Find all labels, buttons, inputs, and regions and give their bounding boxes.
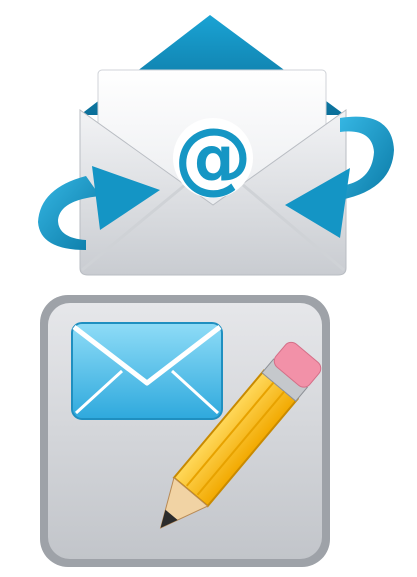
email-at-graphic: @ xyxy=(38,15,394,276)
envelope-icon xyxy=(71,322,223,420)
at-symbol-icon: @ xyxy=(173,113,253,203)
email-at-icon: @ xyxy=(0,0,417,285)
compose-mail-icon xyxy=(0,285,417,577)
icon-canvas: @ xyxy=(0,0,417,577)
svg-text:@: @ xyxy=(174,113,252,203)
compose-mail-graphic xyxy=(40,295,330,567)
